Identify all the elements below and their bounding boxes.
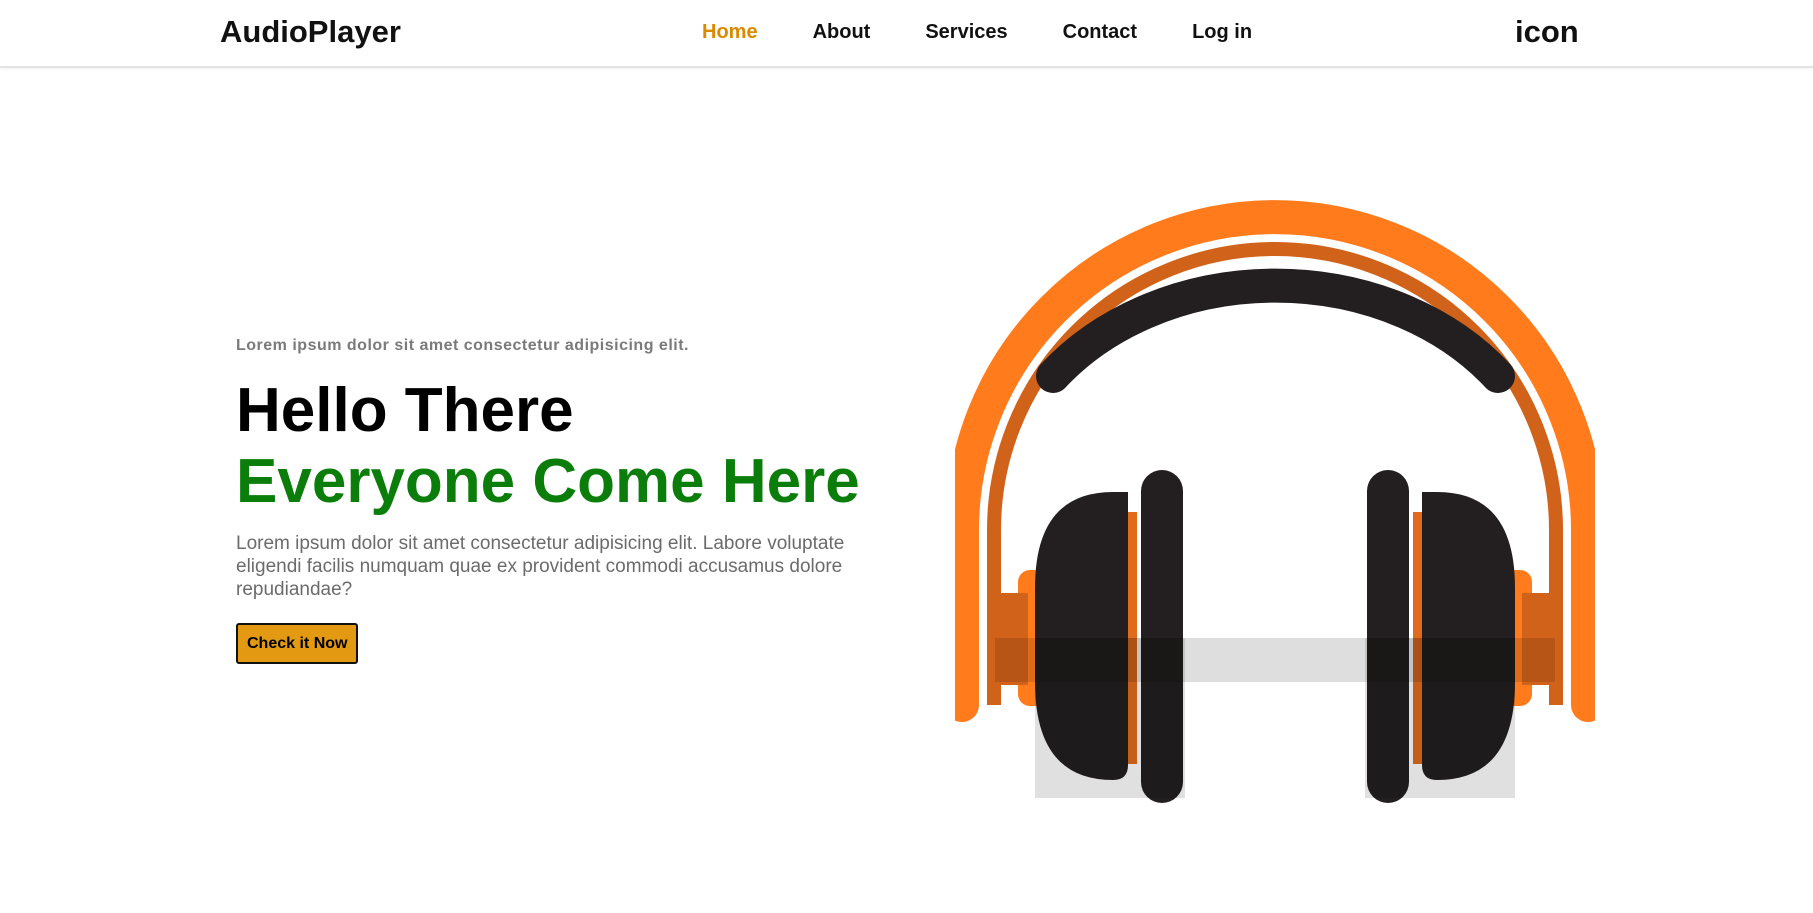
nav-link-contact[interactable]: Contact: [1063, 19, 1137, 45]
nav-link-login[interactable]: Log in: [1192, 19, 1252, 45]
hero-eyebrow: Lorem ipsum dolor sit amet consectetur a…: [236, 337, 689, 354]
hero-title-line2: Everyone Come Here: [236, 447, 860, 516]
headphones-illustration: [945, 200, 1605, 803]
nav-link-about[interactable]: About: [813, 19, 871, 45]
check-it-now-button[interactable]: Check it Now: [236, 623, 359, 664]
brand-logo[interactable]: AudioPlayer: [220, 14, 401, 50]
nav-menu: Home About Services Contact Log in: [702, 19, 1307, 45]
navbar: AudioPlayer Home About Services Contact …: [0, 0, 1813, 68]
nav-link-services[interactable]: Services: [925, 19, 1007, 45]
hero-body-text: Lorem ipsum dolor sit amet consectetur a…: [236, 533, 845, 600]
nav-link-home[interactable]: Home: [702, 19, 758, 45]
hero-section: Lorem ipsum dolor sit amet consectetur a…: [236, 336, 896, 664]
nav-icon-placeholder[interactable]: icon: [1515, 14, 1579, 50]
hero-title-line1: Hello There: [236, 376, 574, 445]
headphones-icon: [945, 200, 1605, 810]
